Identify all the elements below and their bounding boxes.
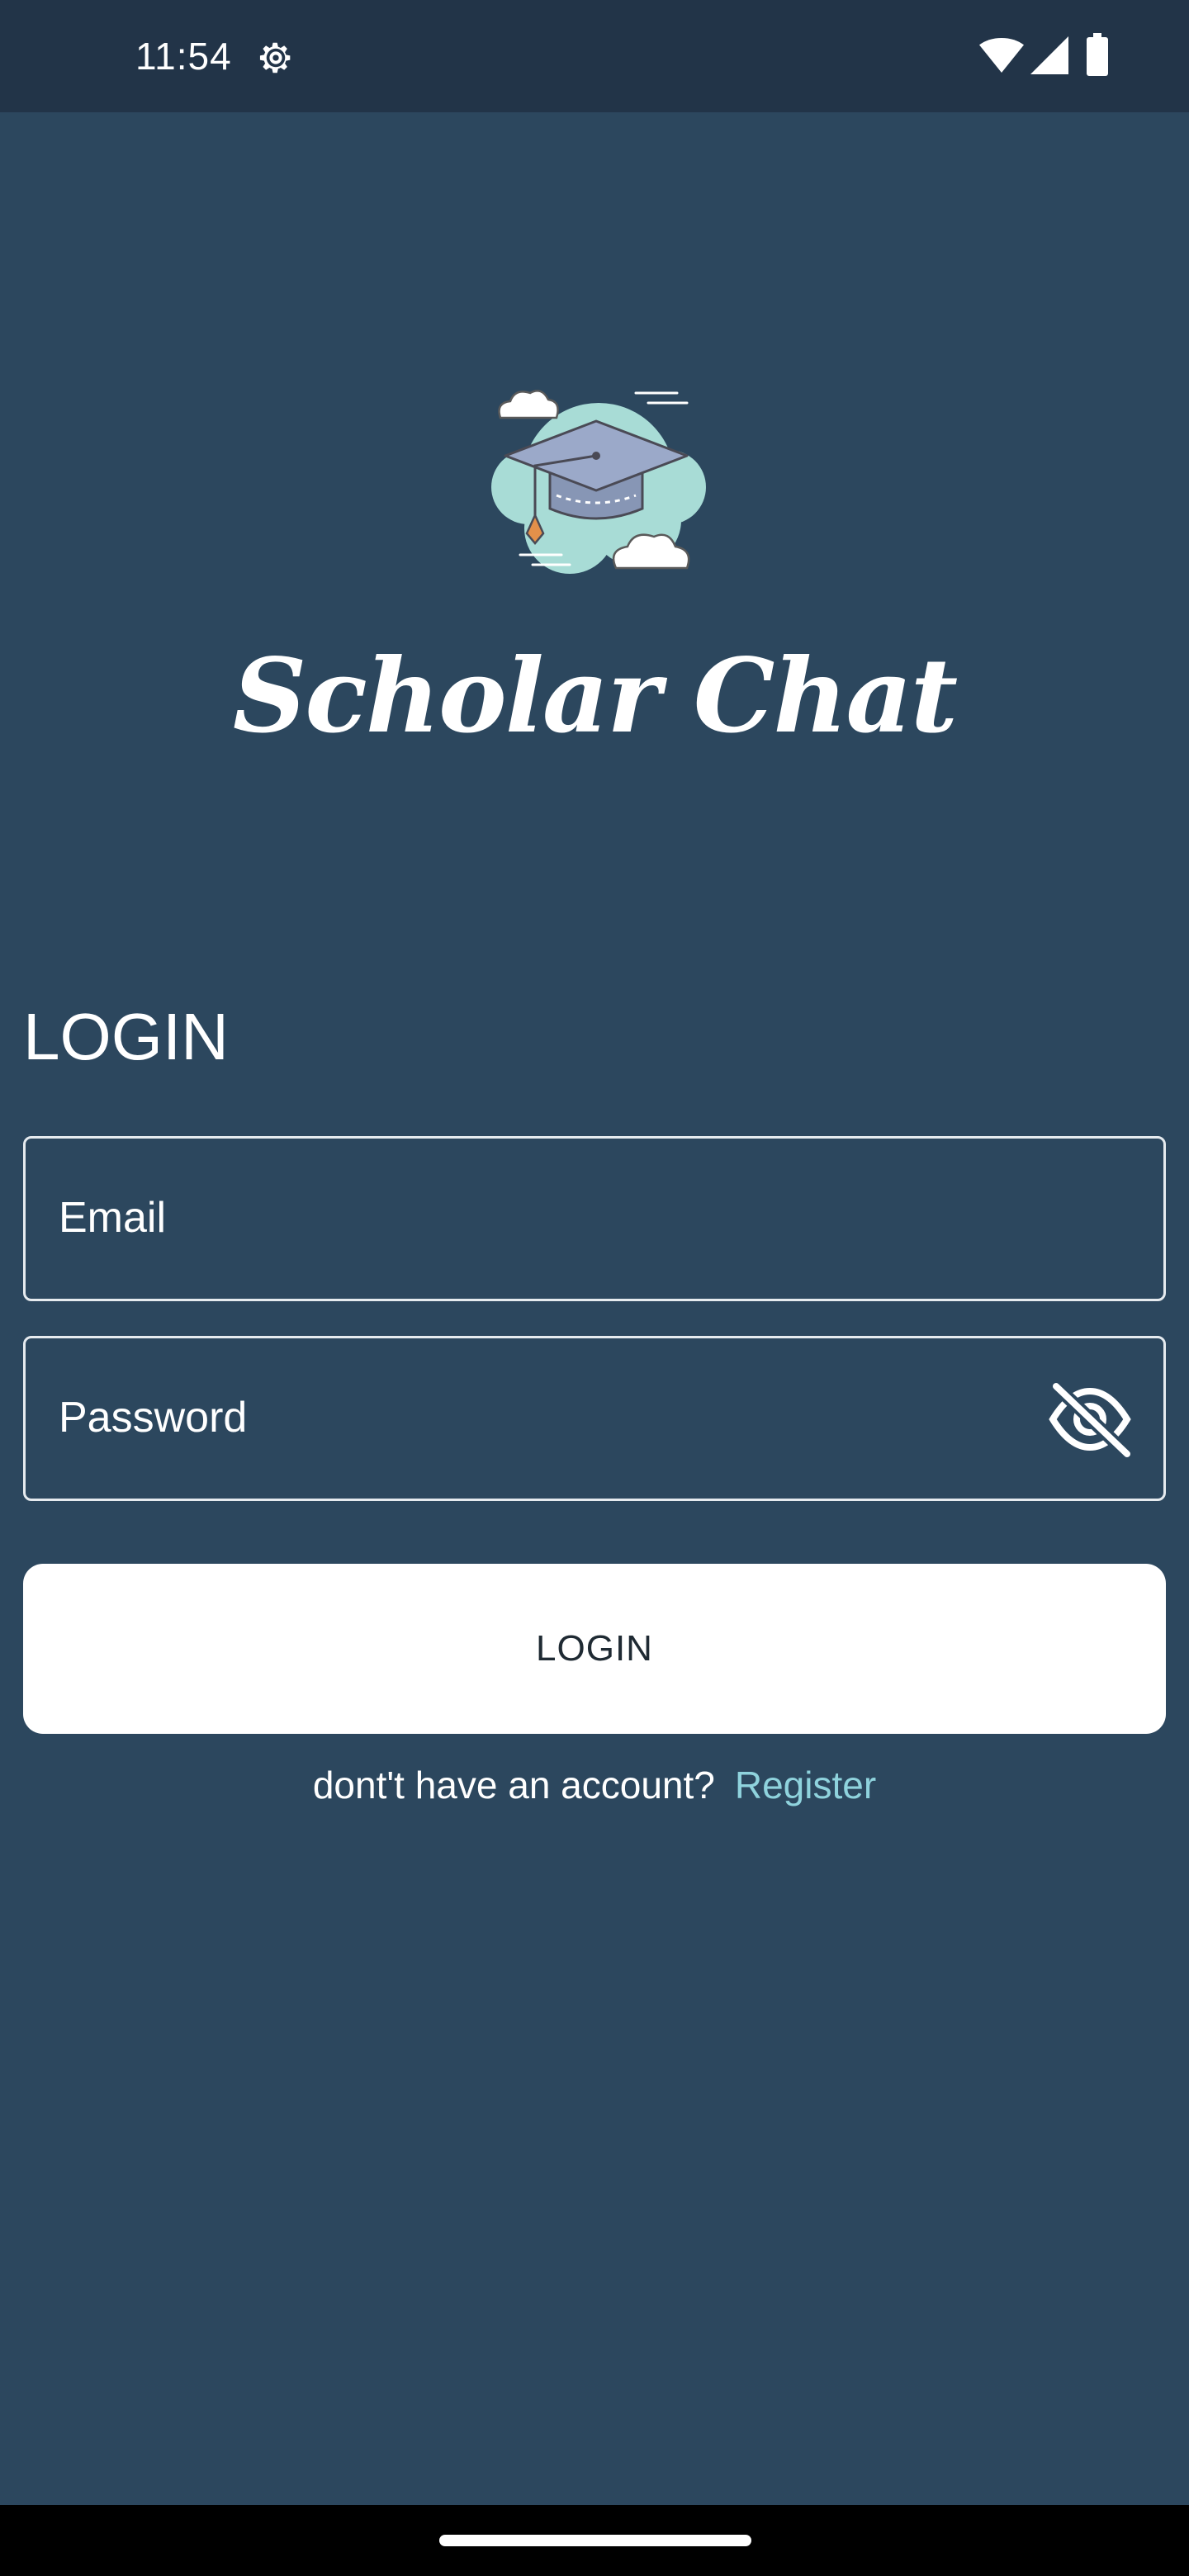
signal-icon [1030, 36, 1068, 74]
battery-icon [1087, 33, 1108, 76]
email-placeholder: Email [59, 1194, 167, 1242]
register-prompt: dont't have an account? [312, 1764, 715, 1807]
eye-off-icon[interactable] [1046, 1381, 1134, 1457]
app-name: Scholar Chat [232, 637, 958, 756]
login-heading: LOGIN [23, 1000, 229, 1073]
nav-bar [0, 2505, 1189, 2576]
login-button-label: LOGIN [536, 1628, 653, 1669]
password-placeholder: Password [59, 1394, 248, 1442]
status-bar: 11:54 [0, 0, 1189, 112]
wifi-icon [979, 38, 1024, 73]
status-time: 11:54 [135, 35, 232, 78]
gear-icon [259, 42, 291, 73]
login-button[interactable]: LOGIN [23, 1564, 1166, 1734]
register-link[interactable]: Register [735, 1764, 876, 1807]
home-indicator[interactable] [439, 2535, 751, 2546]
graduation-cap-cloud-logo [491, 390, 706, 574]
password-field[interactable]: Password [23, 1336, 1166, 1501]
register-line: dont't have an account? Register [0, 1760, 1189, 1810]
email-field[interactable]: Email [23, 1136, 1166, 1301]
